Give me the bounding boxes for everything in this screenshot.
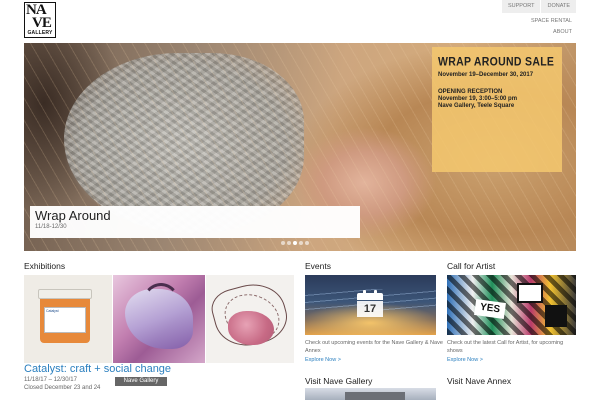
- donate-button[interactable]: DONATE: [541, 0, 576, 13]
- slide-caption[interactable]: Wrap Around 11/18-12/30: [30, 206, 360, 238]
- bottle-label: Catalyst: [44, 307, 86, 333]
- exhibit-image-hands[interactable]: [113, 275, 205, 363]
- reception-heading: OPENING RECEPTION: [438, 89, 503, 95]
- slide-dot[interactable]: [305, 241, 309, 245]
- calendar-icon: 17: [357, 290, 383, 317]
- exhibition-title-link[interactable]: Catalyst: craft + social change: [24, 363, 171, 375]
- venue-badge: Nave Gallery: [115, 377, 167, 386]
- slide-dot[interactable]: [281, 241, 285, 245]
- logo-subtitle: GALLERY: [27, 30, 53, 36]
- logo-letters: NA VE: [26, 3, 54, 31]
- visit-annex-heading[interactable]: Visit Nave Annex: [447, 376, 511, 386]
- sale-dates: November 19–December 30, 2017: [438, 72, 534, 78]
- calendar-day: 17: [357, 301, 383, 317]
- exhibit-image-wire[interactable]: [206, 275, 294, 363]
- about-link[interactable]: ABOUT: [502, 29, 576, 35]
- events-heading: Events: [305, 261, 331, 271]
- site-header: NA VE GALLERY SUPPORT DONATE SPACE RENTA…: [0, 0, 600, 42]
- call-for-artist-heading: Call for Artist: [447, 261, 496, 271]
- slide-dot[interactable]: [299, 241, 303, 245]
- pill-bottle-illustration: Catalyst: [34, 289, 96, 345]
- support-button[interactable]: SUPPORT: [501, 0, 541, 13]
- slide-dates: 11/18-12/30: [35, 224, 67, 230]
- exhibition-dates: 11/18/17 – 12/30/17: [24, 377, 77, 383]
- graphic-block: [517, 283, 543, 303]
- nave-gallery-logo[interactable]: NA VE GALLERY: [24, 2, 56, 38]
- slide-indicators: [281, 241, 309, 245]
- hands-outline: [141, 283, 181, 329]
- slide-dot[interactable]: [287, 241, 291, 245]
- yes-sign: YES: [474, 298, 506, 320]
- sale-title: WRAP AROUND SALE: [438, 55, 555, 69]
- hero-slideshow[interactable]: WRAP AROUND SALE November 19–December 30…: [24, 43, 576, 251]
- space-rental-link[interactable]: SPACE RENTAL: [502, 18, 576, 24]
- pink-textile: [228, 311, 274, 345]
- exhibition-images[interactable]: Catalyst: [24, 275, 294, 363]
- bottle-cap: [38, 289, 92, 299]
- exhibition-closed-note: Closed December 23 and 24: [24, 385, 101, 391]
- sale-poster: WRAP AROUND SALE November 19–December 30…: [432, 47, 562, 172]
- exhibitions-heading: Exhibitions: [24, 261, 66, 271]
- reception-place: Nave Gallery, Teele Square: [438, 103, 515, 109]
- call-for-artist-description: Check out the latest Call for Artist, fo…: [447, 340, 564, 354]
- visit-gallery-image[interactable]: [305, 388, 436, 400]
- slide-dot-active[interactable]: [293, 241, 297, 245]
- call-for-artist-explore-link[interactable]: Explore Now >: [447, 357, 483, 363]
- slide-title: Wrap Around: [35, 208, 111, 223]
- calendar-ring: [363, 290, 366, 296]
- graphic-block: [545, 305, 567, 327]
- events-explore-link[interactable]: Explore Now >: [305, 357, 341, 363]
- visit-gallery-heading[interactable]: Visit Nave Gallery: [305, 376, 372, 386]
- events-image[interactable]: 17: [305, 275, 436, 335]
- logo-bottom: VE: [32, 15, 52, 31]
- exhibit-image-bottle[interactable]: Catalyst: [24, 275, 112, 363]
- calendar-ring: [374, 290, 377, 296]
- call-for-artist-image[interactable]: YES: [447, 275, 576, 335]
- calendar-top: [357, 293, 383, 300]
- building-roof: [345, 392, 405, 400]
- events-description: Check out upcoming events for the Nave G…: [305, 340, 443, 354]
- reception-time: November 19, 3:00–5:00 pm: [438, 96, 518, 102]
- top-nav: SUPPORT DONATE SPACE RENTAL ABOUT: [501, 0, 576, 35]
